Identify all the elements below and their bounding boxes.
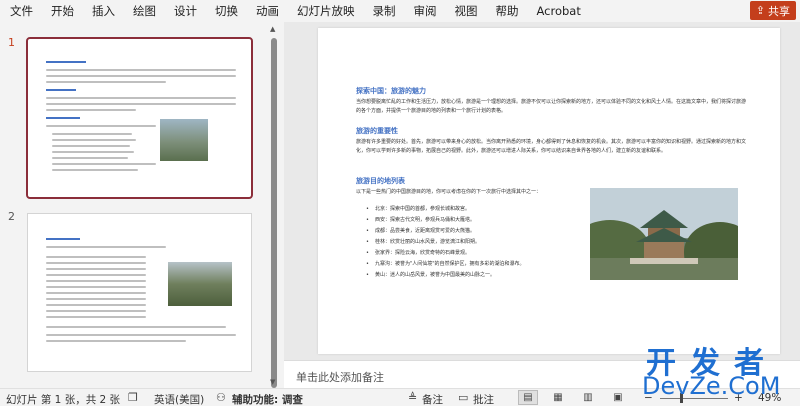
reading-view-icon[interactable]: ▥ — [578, 390, 598, 405]
slide-heading-3[interactable]: 旅游目的地列表 — [356, 176, 405, 186]
comment-icon: ▭ — [458, 391, 469, 404]
notes-placeholder: 单击此处添加备注 — [296, 371, 384, 384]
comments-toggle[interactable]: 批注 — [473, 392, 494, 406]
list-item: 北京：探索中国的首都，参观长城和故宫。 — [366, 204, 525, 215]
destination-list[interactable]: 北京：探索中国的首都，参观长城和故宫。 西安：探索古代文明，参观兵马俑和大雁塔。… — [366, 204, 525, 281]
share-button[interactable]: ⇪ 共享 — [749, 1, 796, 20]
zoom-out-icon[interactable]: − — [644, 392, 653, 404]
status-bar: 幻灯片 第 1 张，共 2 张 ❐ 英语(美国) ⚇ 辅助功能: 调查 ≜ 备注… — [0, 388, 800, 406]
list-item: 黄山：迷人的山岳风景，被誉为中国最美的山脉之一。 — [366, 270, 525, 281]
thumbnail-pane: 1 2 — [0, 22, 268, 388]
slide-paragraph-3[interactable]: 以下是一些热门的中国旅游目的地，你可以考虑在你的下一次旅行中选择其中之一： — [356, 188, 576, 197]
book-icon[interactable]: ❐ — [128, 391, 138, 404]
slide-paragraph-2[interactable]: 旅游有许多重要的好处。首先，旅游可以带来身心的放松。当你离开熟悉的环境，身心都得… — [356, 138, 746, 156]
zoom-level[interactable]: 49% — [758, 392, 781, 404]
pavilion-photo[interactable] — [590, 188, 738, 280]
menu-file[interactable]: 文件 — [10, 3, 33, 19]
list-item: 桂林：欣赏壮丽的山水风景，游览漓江和阳朔。 — [366, 237, 525, 248]
normal-view-icon[interactable]: ▤ — [518, 390, 538, 405]
scroll-down-icon[interactable]: ▼ — [270, 378, 275, 386]
menu-design[interactable]: 设计 — [174, 3, 197, 19]
slideshow-view-icon[interactable]: ▣ — [608, 390, 628, 405]
zoom-slider-knob[interactable] — [680, 393, 683, 403]
menu-record[interactable]: 录制 — [373, 3, 396, 19]
menu-review[interactable]: 审阅 — [414, 3, 437, 19]
zoom-slider[interactable] — [660, 398, 728, 399]
language-indicator[interactable]: 英语(美国) — [154, 392, 204, 406]
menu-help[interactable]: 帮助 — [496, 3, 519, 19]
list-item: 张家界：探险云海，欣赏奇特的石峰景观。 — [366, 248, 525, 259]
zoom-in-icon[interactable]: + — [734, 392, 743, 404]
thumbnail-number: 1 — [8, 36, 15, 49]
menu-draw[interactable]: 绘图 — [133, 3, 156, 19]
menu-animations[interactable]: 动画 — [256, 3, 279, 19]
menu-insert[interactable]: 插入 — [92, 3, 115, 19]
slide-counter: 幻灯片 第 1 张，共 2 张 — [6, 394, 121, 406]
menu-view[interactable]: 视图 — [455, 3, 478, 19]
slide-heading-2[interactable]: 旅游的重要性 — [356, 126, 398, 136]
slide-sorter-icon[interactable]: ▦ — [548, 390, 568, 405]
notes-pane[interactable]: 单击此处添加备注 — [284, 360, 800, 388]
current-slide[interactable]: 探索中国：旅游的魅力 当你想要脱离忙乱的工作和生活压力，放松心情，旅游是一个理想… — [318, 28, 780, 354]
list-item: 成都：品尝美食，近距离观赏可爱的大熊猫。 — [366, 226, 525, 237]
slide-paragraph-1[interactable]: 当你想要脱离忙乱的工作和生活压力，放松心情，旅游是一个理想的选择。旅游不仅可以让… — [356, 98, 746, 116]
slide-editor: 探索中国：旅游的魅力 当你想要脱离忙乱的工作和生活压力，放松心情，旅游是一个理想… — [284, 22, 800, 360]
share-icon: ⇪ — [755, 4, 765, 17]
share-label: 共享 — [768, 4, 790, 18]
list-item: 西安：探索古代文明，参观兵马俑和大雁塔。 — [366, 215, 525, 226]
list-item: 九寨沟：被誉为"人间仙境"的自然保护区，拥有多彩的湖泊和瀑布。 — [366, 259, 525, 270]
notes-toggle[interactable]: 备注 — [422, 392, 443, 406]
menu-home[interactable]: 开始 — [51, 3, 74, 19]
slide-thumbnail-1[interactable] — [26, 37, 253, 199]
accessibility-status[interactable]: 辅助功能: 调查 — [232, 392, 303, 406]
menu-transitions[interactable]: 切换 — [215, 3, 238, 19]
slide-heading-1[interactable]: 探索中国：旅游的魅力 — [356, 86, 426, 96]
accessibility-icon: ⚇ — [216, 391, 226, 404]
notes-icon: ≜ — [408, 391, 418, 404]
menu-acrobat[interactable]: Acrobat — [537, 4, 581, 18]
menu-slideshow[interactable]: 幻灯片放映 — [297, 3, 355, 19]
menu-bar: 文件 开始 插入 绘图 设计 切换 动画 幻灯片放映 录制 审阅 视图 帮助 A… — [0, 0, 800, 22]
thumbnail-scrollbar[interactable]: ▲ ▼ — [268, 22, 280, 388]
scroll-up-icon[interactable]: ▲ — [270, 25, 275, 33]
thumbnail-number: 2 — [8, 210, 15, 223]
scrollbar-thumb[interactable] — [271, 38, 277, 388]
slide-thumbnail-2[interactable] — [27, 213, 252, 372]
